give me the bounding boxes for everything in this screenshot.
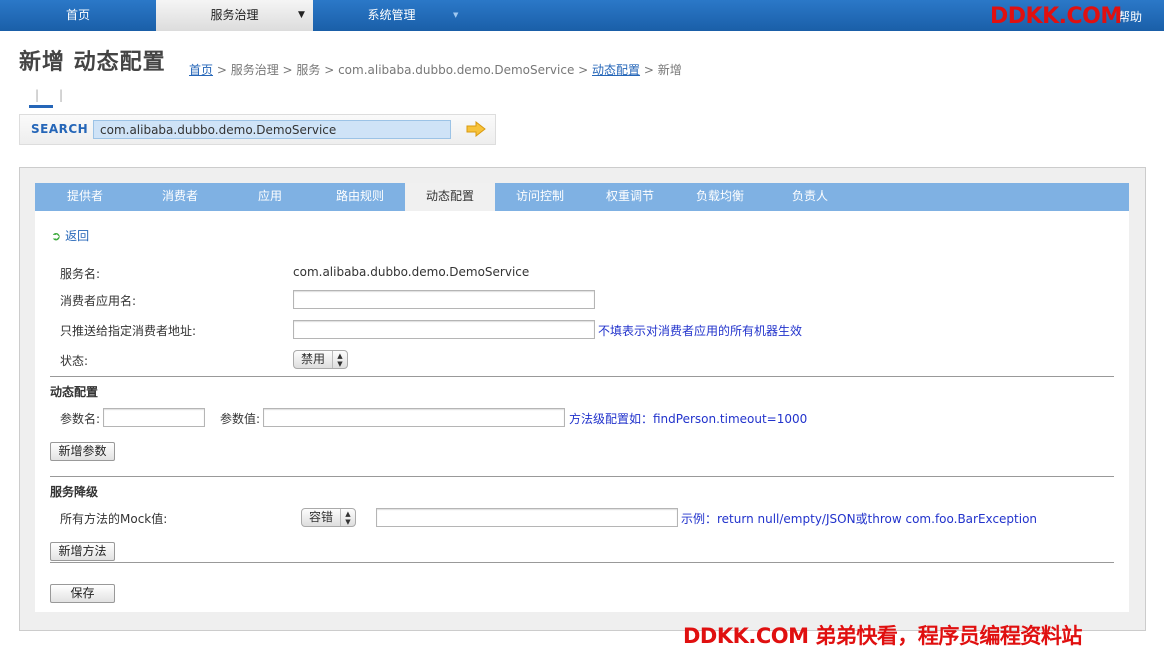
nav-system-management[interactable]: 系统管理 xyxy=(313,0,470,31)
back-label: 返回 xyxy=(65,229,90,243)
breadcrumb-current: > 新增 xyxy=(640,63,682,77)
service-tab-bar: 提供者 消费者 应用 路由规则 动态配置 访问控制 权重调节 负载均衡 负责人 xyxy=(35,183,1129,211)
tab-routing-rules[interactable]: 路由规则 xyxy=(315,183,405,211)
status-label: 状态: xyxy=(60,354,89,368)
tab-consumers[interactable]: 消费者 xyxy=(135,183,225,211)
param-value-input[interactable] xyxy=(263,408,565,427)
tab-owners[interactable]: 负责人 xyxy=(765,183,855,211)
tab-weights[interactable]: 权重调节 xyxy=(585,183,675,211)
service-degrade-section-title: 服务降级 xyxy=(50,485,99,499)
param-name-label: 参数名: xyxy=(60,412,101,426)
tab-access-control[interactable]: 访问控制 xyxy=(495,183,585,211)
search-bar: SEARCH xyxy=(19,114,496,145)
consumer-address-hint: 不填表示对消费者应用的所有机器生效 xyxy=(598,324,803,338)
search-tab-machine-ip[interactable]: 机器IP xyxy=(73,88,108,116)
tab-load-balance[interactable]: 负载均衡 xyxy=(675,183,765,211)
status-select-value: 禁用 xyxy=(301,352,326,366)
add-method-button[interactable]: 新增方法 xyxy=(50,542,115,561)
dynamic-config-section-title: 动态配置 xyxy=(50,385,99,399)
nav-service-governance-label: 服务治理 xyxy=(210,8,259,22)
mock-type-select[interactable]: 容错 ▲ ▼ xyxy=(301,508,356,527)
search-type-tabs: 服务名 | 应用名 | 机器IP xyxy=(25,88,108,108)
tab-providers[interactable]: 提供者 xyxy=(35,183,135,211)
add-param-button[interactable]: 新增参数 xyxy=(50,442,115,461)
select-updown-icon: ▲ ▼ xyxy=(340,509,355,526)
param-name-input[interactable] xyxy=(103,408,205,427)
chevron-down-icon[interactable]: ▼ xyxy=(298,0,305,31)
status-select[interactable]: 禁用 ▲ ▼ xyxy=(293,350,348,369)
divider xyxy=(50,376,1114,377)
breadcrumb-path: > 服务治理 > 服务 > com.alibaba.dubbo.demo.Dem… xyxy=(213,63,593,77)
breadcrumb: 首页 > 服务治理 > 服务 > com.alibaba.dubbo.demo.… xyxy=(189,61,682,78)
param-value-label: 参数值: xyxy=(220,412,261,426)
breadcrumb-dynamic-config-link[interactable]: 动态配置 xyxy=(592,63,640,77)
param-hint: 方法级配置如：findPerson.timeout=1000 xyxy=(569,412,808,426)
back-link[interactable]: ➲ 返回 xyxy=(51,227,89,244)
divider xyxy=(50,476,1114,477)
return-arrow-icon: ➲ xyxy=(51,229,62,243)
consumer-app-input[interactable] xyxy=(293,290,595,309)
consumer-address-label: 只推送给指定消费者地址: xyxy=(60,324,197,338)
search-input[interactable] xyxy=(93,120,451,139)
nav-service-governance[interactable]: 服务治理 xyxy=(156,0,313,31)
service-name-value: com.alibaba.dubbo.demo.DemoService xyxy=(293,265,530,279)
chevron-down-icon[interactable]: ▼ xyxy=(453,0,458,31)
consumer-address-input[interactable] xyxy=(293,320,595,339)
nav-home[interactable]: 首页 xyxy=(0,0,156,31)
mock-value-hint: 示例：return null/empty/JSON或throw com.foo.… xyxy=(681,512,1038,526)
page-title: 新增 动态配置 xyxy=(19,50,166,75)
service-name-label: 服务名: xyxy=(60,267,101,281)
mock-type-select-value: 容错 xyxy=(309,510,334,524)
tab-applications[interactable]: 应用 xyxy=(225,183,315,211)
search-tab-active-indicator xyxy=(29,105,53,108)
search-go-arrow-icon[interactable] xyxy=(466,121,486,137)
divider xyxy=(50,562,1114,563)
consumer-app-label: 消费者应用名: xyxy=(60,294,137,308)
mock-value-label: 所有方法的Mock值: xyxy=(60,512,168,526)
select-updown-icon: ▲ ▼ xyxy=(332,351,347,368)
watermark-top: DDKK.COM xyxy=(990,4,1122,29)
search-label: SEARCH xyxy=(31,122,89,136)
mock-value-input[interactable] xyxy=(376,508,678,527)
watermark-bottom: DDKK.COM 弟弟快看，程序员编程资料站 xyxy=(683,624,1082,647)
breadcrumb-home-link[interactable]: 首页 xyxy=(189,63,213,77)
tab-dynamic-config[interactable]: 动态配置 xyxy=(405,183,495,211)
save-button[interactable]: 保存 xyxy=(50,584,115,603)
